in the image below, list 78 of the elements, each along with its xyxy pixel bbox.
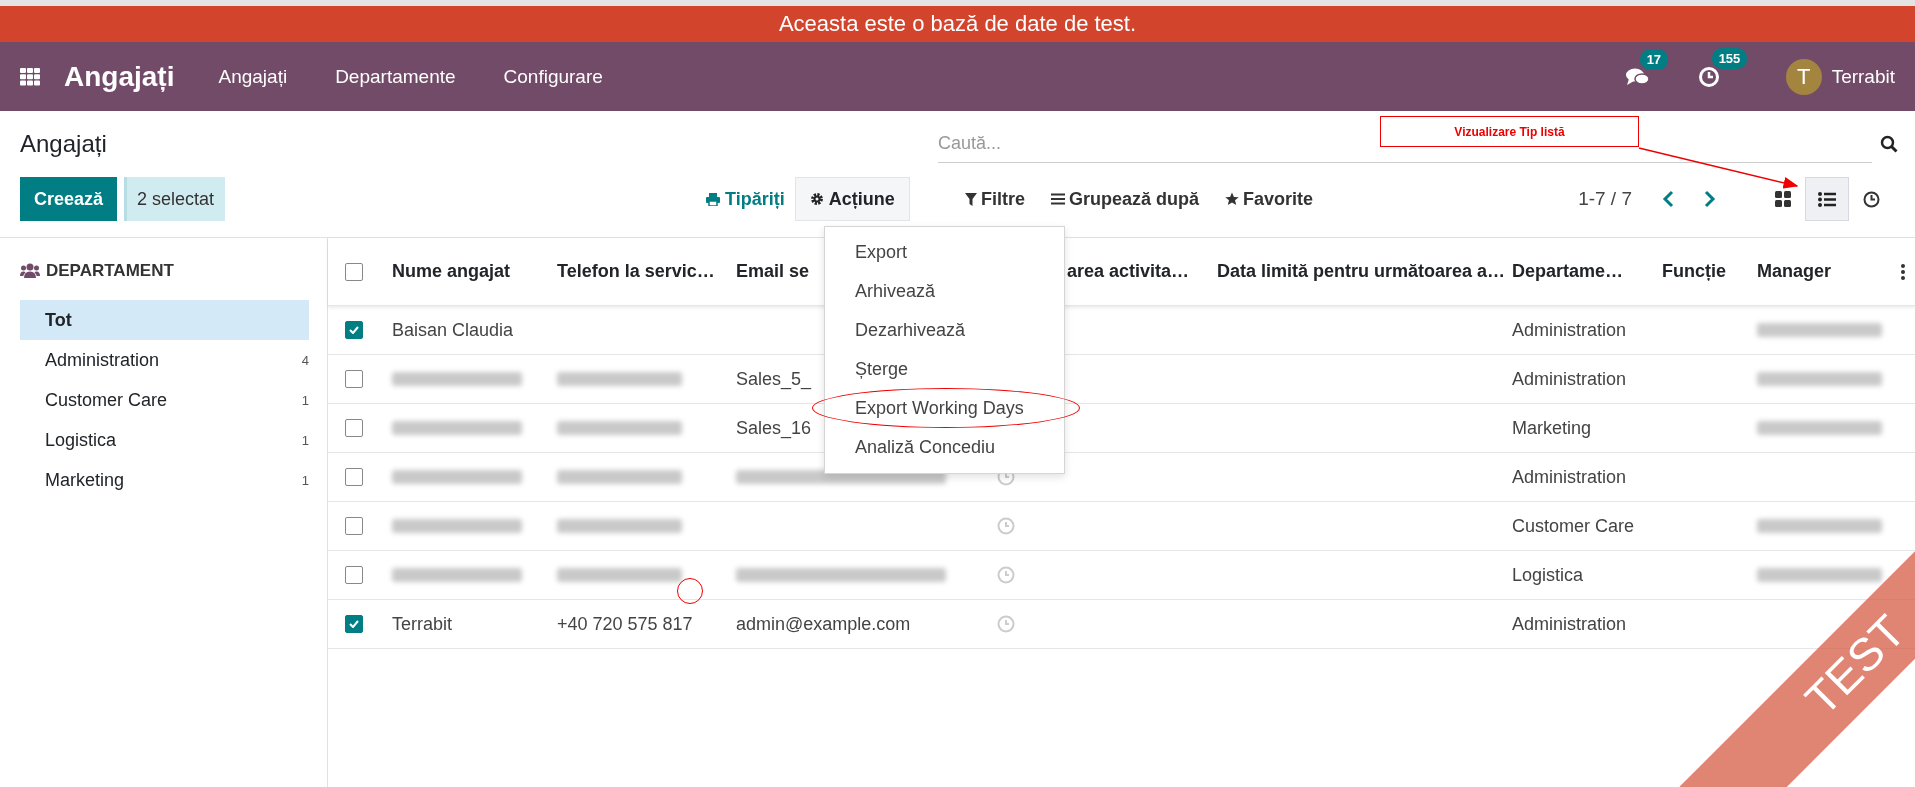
row-checkbox[interactable] (345, 566, 363, 584)
check-icon (349, 326, 359, 334)
table-cell: +40 720 575 817 (557, 613, 693, 635)
action-menu-item[interactable]: Export (825, 233, 1064, 272)
annotation-callout: Vizualizare Tip listă (1380, 116, 1639, 147)
department-filter-item[interactable]: Customer Care 1 (20, 380, 309, 420)
column-header[interactable]: Manager (1757, 261, 1832, 281)
action-menu-item[interactable]: Arhivează (825, 272, 1064, 311)
row-checkbox[interactable] (345, 321, 363, 339)
department-filter-item[interactable]: Logistica 1 (20, 420, 309, 460)
printer-icon (706, 192, 720, 206)
table-cell: Terrabit (392, 613, 453, 635)
user-avatar[interactable]: T (1785, 58, 1822, 95)
test-database-banner: Aceasta este o bază de date de test. (0, 6, 1915, 42)
chevron-right-icon[interactable] (1704, 190, 1716, 208)
search-icon[interactable] (1880, 135, 1898, 153)
table-cell: Logistica (1512, 564, 1584, 586)
row-checkbox[interactable] (345, 615, 363, 633)
action-menu-item[interactable]: Analiză Concediu (825, 428, 1064, 467)
user-name[interactable]: Terrabit (1831, 65, 1895, 88)
people-icon (20, 263, 40, 279)
column-header[interactable]: Data limită pentru următoarea a… (1217, 261, 1506, 281)
row-checkbox[interactable] (345, 517, 363, 535)
table-cell: Administration (1512, 613, 1627, 635)
action-menu-item[interactable]: Șterge (825, 350, 1064, 389)
department-filter-item[interactable]: Marketing 1 (20, 460, 309, 500)
filters-button[interactable]: Filtre (965, 177, 1037, 221)
chat-bubbles-icon[interactable] (1625, 66, 1650, 87)
department-filter-item[interactable]: Administration 4 (20, 340, 309, 380)
row-checkbox[interactable] (345, 370, 363, 388)
page-title: Angajați (20, 130, 107, 158)
clock-icon (1862, 190, 1880, 208)
table-cell: Marketing (1512, 417, 1592, 439)
sidebar-title: DEPARTAMENT (46, 261, 174, 281)
star-icon (1225, 192, 1240, 206)
app-title[interactable]: Angajați (64, 60, 175, 93)
favorites-button[interactable]: Favorite (1225, 177, 1326, 221)
table-cell: Customer Care (1512, 515, 1635, 537)
check-icon (349, 620, 359, 628)
print-button[interactable]: Tipăriți (690, 177, 795, 221)
column-header[interactable]: Departame… (1512, 261, 1624, 281)
column-header[interactable]: area activita… (1067, 261, 1190, 281)
filter-icon (965, 192, 977, 206)
action-button[interactable]: Acțiune (794, 177, 910, 221)
action-menu-item[interactable]: Export Working Days (825, 389, 1064, 428)
chevron-left-icon[interactable] (1662, 190, 1674, 208)
row-checkbox[interactable] (345, 468, 363, 486)
select-all-checkbox[interactable] (345, 262, 363, 281)
table-cell: Sales_5_ (736, 368, 812, 390)
list-icon (1818, 191, 1836, 207)
table-cell: Baisan Claudia (392, 319, 514, 341)
create-button[interactable]: Creează (20, 177, 118, 221)
nav-menu-item[interactable]: Departamente (335, 65, 456, 88)
more-options-icon[interactable] (1900, 263, 1905, 280)
gear-icon (809, 192, 824, 206)
nav-menu-item[interactable]: Angajați (218, 65, 288, 88)
column-header[interactable]: Nume angajat (392, 261, 511, 281)
table-cell: Administration (1512, 368, 1627, 390)
column-header[interactable]: Email se (736, 261, 810, 281)
action-menu-item[interactable]: Dezarhivează (825, 311, 1064, 350)
row-checkbox[interactable] (345, 419, 363, 437)
table-cell: Administration (1512, 319, 1627, 341)
column-header[interactable]: Funcție (1662, 261, 1726, 281)
apps-grid-icon[interactable] (20, 67, 40, 86)
table-cell: admin@example.com (736, 613, 911, 635)
lines-icon (1051, 193, 1065, 205)
department-filter-item[interactable]: Tot (20, 300, 309, 340)
group-by-button[interactable]: Grupează după (1051, 177, 1212, 221)
table-cell: Administration (1512, 466, 1627, 488)
nav-menu-item[interactable]: Configurare (503, 65, 603, 88)
grid-icon (1775, 191, 1791, 207)
table-cell: Sales_16 (736, 417, 812, 439)
selection-count: 2 selectat (124, 177, 226, 221)
pager-value[interactable]: 1-7 / 7 (1578, 188, 1632, 210)
list-view-button[interactable] (1805, 177, 1849, 221)
activity-count-badge: 155 (1711, 47, 1748, 69)
column-header[interactable]: Telefon la servic… (557, 261, 715, 281)
message-count-badge: 17 (1639, 48, 1669, 70)
